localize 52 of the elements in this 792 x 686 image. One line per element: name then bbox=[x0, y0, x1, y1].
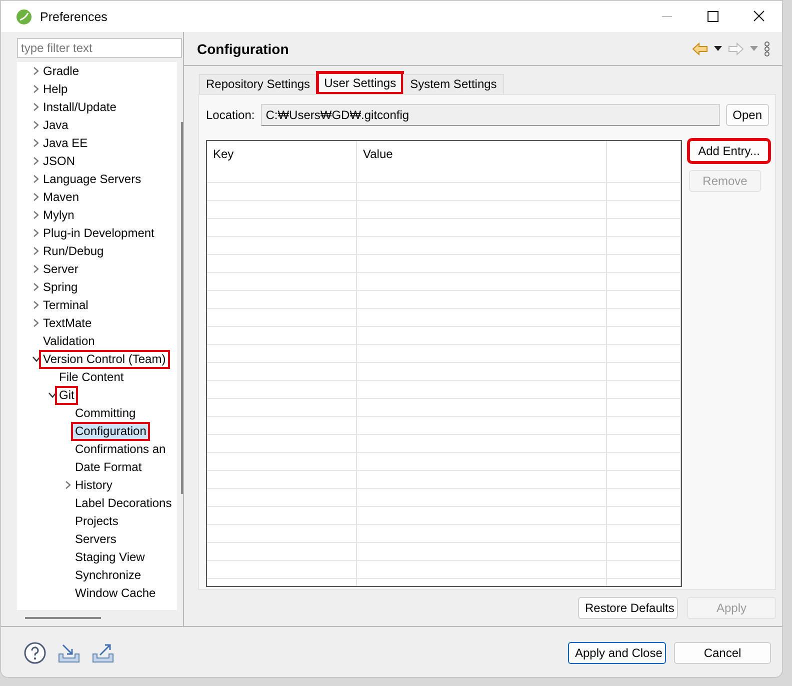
column-header: Value bbox=[357, 141, 607, 183]
tree-item[interactable]: Label Decorations bbox=[71, 494, 176, 512]
apply-and-close-button[interactable]: Apply and Close bbox=[568, 642, 666, 664]
tab[interactable]: User Settings bbox=[317, 72, 404, 94]
open-button[interactable]: Open bbox=[726, 104, 769, 126]
tree-item[interactable]: Java bbox=[39, 116, 72, 134]
tree-item[interactable]: History bbox=[71, 476, 116, 494]
tree-item[interactable]: Git bbox=[55, 386, 78, 404]
tree-item[interactable]: Synchronize bbox=[71, 566, 146, 584]
page-title: Configuration bbox=[197, 40, 290, 56]
dropdown-icon[interactable] bbox=[714, 46, 722, 51]
tree-item[interactable]: Spring bbox=[39, 278, 82, 296]
add-entry-button[interactable]: Add Entry... bbox=[689, 140, 769, 162]
tree-item[interactable]: Committing bbox=[71, 404, 140, 422]
restore-defaults-button[interactable]: Restore Defaults bbox=[578, 597, 678, 619]
tree-item[interactable]: Date Format bbox=[71, 458, 146, 476]
location-label: Location: bbox=[206, 108, 255, 122]
tree-item[interactable]: File Content bbox=[55, 368, 128, 386]
tree-item[interactable]: Plug-in Development bbox=[39, 224, 158, 242]
location-field: C:₩Users₩GD₩.gitconfig bbox=[260, 104, 720, 126]
window-title: Preferences bbox=[40, 10, 108, 24]
tree-item[interactable]: Server bbox=[39, 260, 82, 278]
tree-item[interactable]: Language Servers bbox=[39, 170, 146, 188]
tree-item[interactable]: Gradle bbox=[39, 62, 84, 80]
leaf-logo-icon bbox=[16, 8, 32, 24]
tree-item[interactable]: Maven bbox=[39, 188, 84, 206]
tree-item[interactable]: Mylyn bbox=[39, 206, 78, 224]
tree-item[interactable]: Validation bbox=[39, 332, 99, 350]
scrollbar-thumb[interactable] bbox=[25, 617, 101, 619]
tree-item[interactable]: Terminal bbox=[39, 296, 92, 314]
tree-item[interactable]: Version Control (Team) bbox=[39, 350, 170, 368]
filter-field[interactable]: type filter text bbox=[17, 38, 182, 58]
tab[interactable]: System Settings bbox=[403, 74, 504, 94]
tree-item[interactable]: Projects bbox=[71, 512, 122, 530]
more-icon[interactable] bbox=[764, 40, 770, 56]
tree-item[interactable]: Configuration bbox=[71, 422, 150, 440]
column-header: Key bbox=[207, 141, 357, 183]
cancel-button[interactable]: Cancel bbox=[674, 642, 771, 664]
tree-item[interactable]: JSON bbox=[39, 152, 80, 170]
tree-item[interactable]: Staging View bbox=[71, 548, 149, 566]
help-icon[interactable] bbox=[23, 641, 47, 665]
tree-item[interactable]: Help bbox=[39, 80, 72, 98]
scrollbar-thumb[interactable] bbox=[181, 122, 183, 494]
tree-item[interactable]: Java EE bbox=[39, 134, 92, 152]
tab[interactable]: Repository Settings bbox=[199, 74, 318, 94]
tree-item[interactable]: Window Cache bbox=[71, 584, 160, 602]
tree-item[interactable]: TextMate bbox=[39, 314, 96, 332]
tree-item[interactable]: Servers bbox=[71, 530, 120, 548]
back-arrow-icon[interactable] bbox=[692, 42, 708, 56]
tree-item[interactable]: Confirmations an bbox=[71, 440, 170, 458]
tree-item[interactable]: Run/Debug bbox=[39, 242, 108, 260]
tree-item[interactable]: Install/Update bbox=[39, 98, 120, 116]
